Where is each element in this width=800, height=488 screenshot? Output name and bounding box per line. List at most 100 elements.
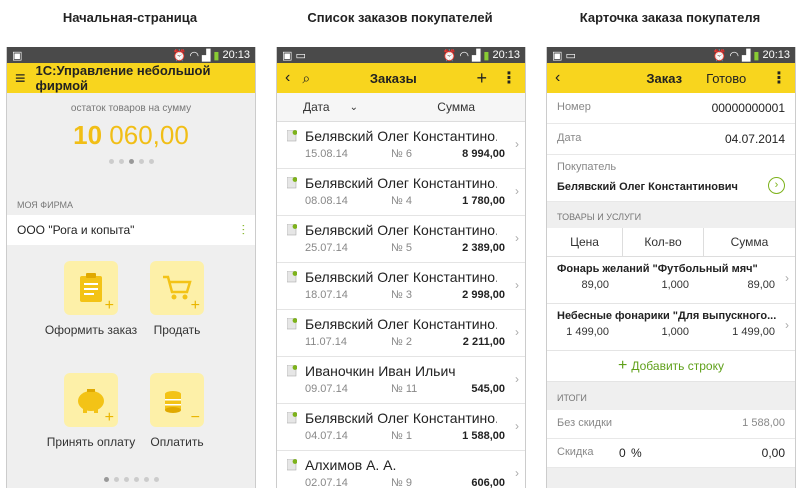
back-icon[interactable]: ‹ [285, 69, 290, 87]
table-row[interactable]: Белявский Олег Константино... 04.07.14 № 1… [277, 404, 525, 451]
wifi-icon: ◠ [189, 49, 199, 62]
table-row[interactable]: Белявский Олег Константино... 08.08.14 № 4… [277, 169, 525, 216]
caption-card: Карточка заказа покупателя [579, 10, 761, 25]
more-icon[interactable]: ⋮ [501, 68, 517, 88]
back-icon[interactable]: ‹ [555, 69, 560, 87]
product-sum: 89,00 [747, 279, 775, 291]
order-number: № 5 [391, 242, 412, 254]
discount-field[interactable]: Скидка 0 % 0,00 [547, 439, 795, 468]
tile-create-order[interactable]: + Оформить заказ [41, 261, 141, 337]
goods-list: Фонарь желаний "Футбольный мяч" 89,00 1,00… [547, 257, 795, 351]
orders-header: Дата ⌄ Сумма [277, 93, 525, 122]
tile-accept-payment[interactable]: + Принять оплату [41, 373, 141, 449]
add-row-button[interactable]: + Добавить строку [547, 351, 795, 382]
firm-selector[interactable]: ООО "Рога и копыта" ⫶ [7, 215, 255, 245]
phone-home: ▣ ⏰ ◠ ▟ ▮ 20:13 ≡ 1С:Управление небольшой фи… [6, 47, 256, 488]
add-icon[interactable]: + [476, 68, 487, 89]
order-number: № 6 [391, 148, 412, 160]
number-field[interactable]: Номер 00000000001 [547, 93, 795, 124]
buyer-field[interactable]: Покупатель Белявский Олег Константинович… [547, 155, 795, 202]
more-icon[interactable]: ⋮ [771, 68, 787, 88]
orders-list: Белявский Олег Константино... 15.08.14 № 6… [277, 122, 525, 488]
order-amount: 2 998,00 [462, 289, 505, 301]
coins-icon [165, 391, 181, 413]
chevron-right-icon: › [515, 231, 519, 245]
app-bar: ‹ ⌕ Заказы + ⋮ [277, 63, 525, 93]
order-buyer: Белявский Олег Константино... [305, 175, 497, 191]
order-number: № 11 [391, 383, 418, 395]
tile-pay[interactable]: − Оплатить [127, 373, 227, 449]
order-buyer: Белявский Олег Константино... [305, 269, 497, 285]
order-date: 02.07.14 [305, 477, 348, 488]
section-my-firm: МОЯ ФИРМА [17, 200, 74, 210]
balance-panel: остаток товаров на сумму 10 060,00 [7, 93, 255, 195]
list-item[interactable]: Фонарь желаний "Футбольный мяч" 89,00 1,00… [547, 257, 795, 304]
order-number: № 2 [391, 336, 412, 348]
wifi-icon: ◠ [729, 49, 739, 62]
order-buyer: Иваночкин Иван Ильич [305, 363, 456, 379]
signal-icon: ▟ [741, 49, 751, 62]
menu-icon[interactable]: ≡ [15, 68, 26, 89]
list-item[interactable]: Небесные фонарики "Для выпускного... 1 49… [547, 304, 795, 351]
goods-header: Цена Кол-во Сумма [547, 228, 795, 257]
firm-name: ООО "Рога и копыта" [17, 223, 135, 237]
phone-orders: ▣ ▭ ⏰ ◠ ▟ ▮ 20:13 ‹ ⌕ Заказы + ⋮ Дата ⌄ Сумм… [276, 47, 526, 488]
open-buyer-icon[interactable]: › [768, 177, 785, 194]
alarm-icon: ⏰ [712, 49, 727, 62]
status-bar: ▣ ▭ ⏰ ◠ ▟ ▮ 20:13 [277, 47, 525, 63]
section-goods: ТОВАРЫ И УСЛУГИ [557, 212, 642, 222]
table-row[interactable]: Белявский Олег Константино... 11.07.14 № 2… [277, 310, 525, 357]
col-sum: Сумма [437, 100, 475, 114]
table-row[interactable]: Иваночкин Иван Ильич 09.07.14 № 11 545,00 › [277, 357, 525, 404]
order-amount: 606,00 [471, 477, 505, 488]
app-bar: ‹ Заказ Готово ⋮ [547, 63, 795, 93]
clock: 20:13 [222, 49, 250, 61]
order-date: 25.07.14 [305, 242, 348, 254]
order-amount: 1 588,00 [462, 430, 505, 442]
product-sum: 1 499,00 [732, 326, 775, 338]
plus-icon: + [618, 357, 628, 374]
table-row[interactable]: Белявский Олег Константино... 18.07.14 № 3… [277, 263, 525, 310]
balance-label: остаток товаров на сумму [70, 103, 192, 114]
battery-icon: ▮ [483, 49, 490, 62]
card-title: Заказ [646, 70, 683, 86]
document-check-icon [287, 271, 297, 283]
app-title: 1С:Управление небольшой фирмой [35, 63, 211, 93]
chevron-right-icon: › [515, 278, 519, 292]
order-date: 18.07.14 [305, 289, 348, 301]
page-indicator-bottom [7, 477, 255, 482]
discount-percent[interactable]: 0 [619, 446, 626, 460]
product-price: 89,00 [581, 279, 609, 291]
phone-order-card: ▣ ▭ ⏰ ◠ ▟ ▮ 20:13 ‹ Заказ Готово ⋮ Номер 000… [546, 47, 796, 488]
chevron-down-icon[interactable]: ⌄ [350, 102, 358, 113]
order-buyer: Алхимов А. А. [305, 457, 397, 473]
tile-sell[interactable]: + Продать [127, 261, 227, 337]
done-button[interactable]: Готово [706, 71, 746, 86]
cart-icon [163, 275, 192, 300]
document-check-icon [287, 177, 297, 189]
table-row[interactable]: Белявский Олег Константино... 15.08.14 № 6… [277, 122, 525, 169]
order-buyer: Белявский Олег Константино... [305, 222, 497, 238]
table-row[interactable]: Белявский Олег Константино... 25.07.14 № 5… [277, 216, 525, 263]
page-indicator [7, 159, 255, 164]
caption-home: Начальная-страница [62, 10, 198, 25]
order-number: № 3 [391, 289, 412, 301]
chevron-right-icon: › [515, 184, 519, 198]
order-buyer: Белявский Олег Константино... [305, 128, 497, 144]
sort-date-button[interactable]: Дата [303, 100, 330, 114]
document-check-icon [287, 365, 297, 377]
search-icon[interactable]: ⌕ [302, 70, 310, 87]
clock: 20:13 [762, 49, 790, 61]
order-number: № 4 [391, 195, 412, 207]
date-field[interactable]: Дата 04.07.2014 [547, 124, 795, 155]
order-number: № 1 [391, 430, 412, 442]
battery-icon: ▮ [753, 49, 760, 62]
chevron-right-icon: › [785, 318, 789, 332]
order-amount: 1 780,00 [462, 195, 505, 207]
order-buyer: Белявский Олег Константино... [305, 410, 497, 426]
alarm-icon: ⏰ [442, 49, 457, 62]
table-row[interactable]: Алхимов А. А. 02.07.14 № 9 606,00 › [277, 451, 525, 488]
document-check-icon [287, 130, 297, 142]
signal-icon: ▟ [471, 49, 481, 62]
settings-sliders-icon[interactable]: ⫶ [242, 222, 246, 239]
